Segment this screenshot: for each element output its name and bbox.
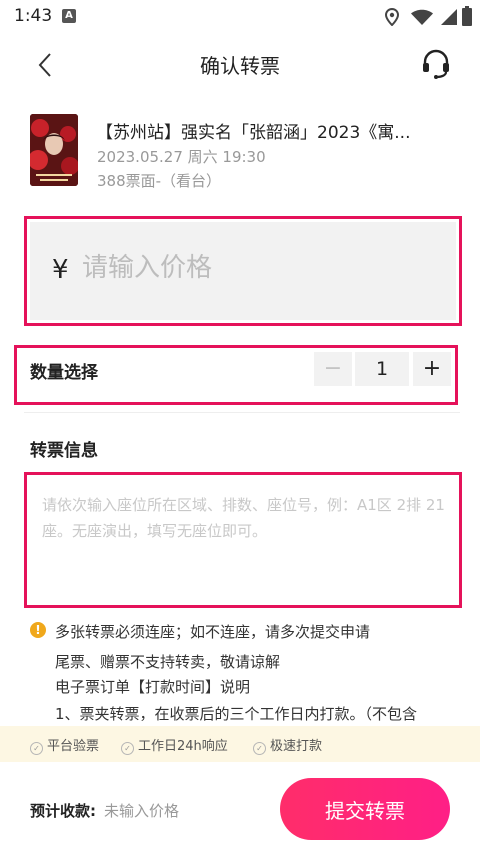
- estimate-value: 未输入价格: [104, 802, 180, 820]
- customer-service-icon[interactable]: [420, 48, 452, 80]
- notification-icon: A: [62, 9, 76, 23]
- guarantee-item: ✓ 工作日24h响应: [121, 735, 228, 755]
- wifi-icon: [411, 9, 433, 25]
- quantity-label: 数量选择: [30, 363, 98, 383]
- event-datetime: 2023.05.27 周六 19:30: [97, 148, 266, 166]
- notice-line: 多张转票必须连座；如不连座，请多次提交申请: [55, 623, 371, 641]
- quantity-decrease-button[interactable]: −: [314, 352, 352, 386]
- notice-line: 1、票夹转票，在收票后的三个工作日内打款。（不包含: [55, 705, 418, 723]
- guarantee-item: ✓ 极速打款: [253, 735, 322, 755]
- section-divider: [24, 412, 460, 413]
- warning-icon: !: [30, 622, 46, 638]
- status-bar: 1:43 A: [0, 0, 480, 34]
- check-circle-icon: ✓: [30, 742, 43, 755]
- guarantee-label: 平台验票: [47, 739, 100, 754]
- seat-info-textarea[interactable]: [42, 492, 447, 592]
- quantity-increase-button[interactable]: +: [413, 352, 451, 386]
- guarantee-label: 工作日24h响应: [138, 739, 228, 754]
- ticket-info-label: 转票信息: [30, 441, 98, 461]
- status-time: 1:43: [14, 6, 53, 26]
- notice-line: 电子票订单【打款时间】说明: [55, 678, 251, 696]
- location-icon: [384, 8, 400, 26]
- guarantee-label: 极速打款: [270, 739, 323, 754]
- guarantee-item: ✓ 平台验票: [30, 735, 99, 755]
- notice-line: 尾票、赠票不支持转卖，敬请谅解: [55, 653, 281, 671]
- battery-icon: [462, 6, 472, 26]
- estimate-label: 预计收款:: [30, 802, 96, 820]
- page-title: 确认转票: [200, 54, 280, 78]
- check-circle-icon: ✓: [121, 742, 134, 755]
- currency-symbol: ¥: [52, 255, 69, 285]
- submit-transfer-button[interactable]: 提交转票: [280, 778, 450, 840]
- event-seat-type: 388票面-（看台）: [97, 172, 222, 190]
- price-input[interactable]: [82, 248, 422, 288]
- event-poster: [30, 114, 78, 186]
- check-circle-icon: ✓: [253, 742, 266, 755]
- quantity-value[interactable]: 1: [355, 352, 409, 386]
- event-title: 【苏州站】强实名「张韶涵」2023《寓...: [96, 123, 411, 143]
- signal-icon: [441, 9, 457, 25]
